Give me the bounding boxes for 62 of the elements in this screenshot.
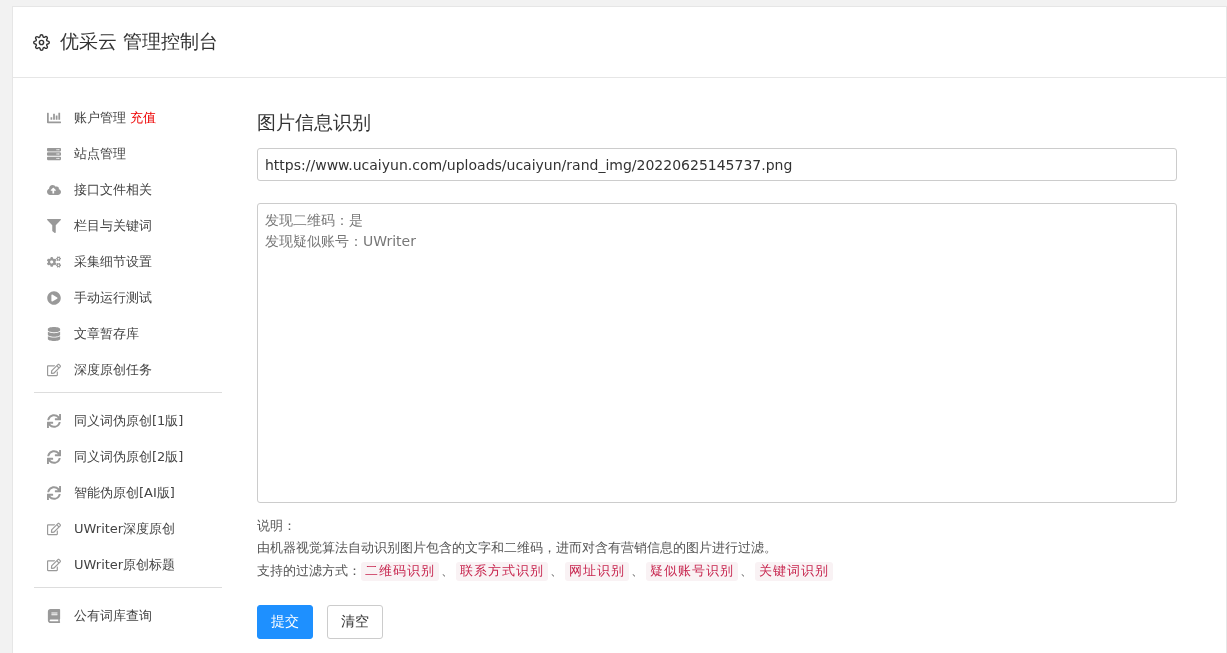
- methods-label: 支持的过滤方式：: [257, 562, 361, 580]
- filter-tag: 联系方式识别: [456, 561, 548, 581]
- sidebar-item[interactable]: 公有词库查询: [34, 598, 222, 634]
- sidebar-item[interactable]: UWriter原创标题: [34, 547, 222, 583]
- sidebar-label: 手动运行测试: [74, 289, 152, 307]
- server-icon: [45, 147, 62, 161]
- url-field[interactable]: https://www.ucaiyun.com/uploads/ucaiyun/rand_img/20220625145737.png: [257, 148, 1177, 181]
- sidebar-label: 同义词伪原创[1版]: [74, 412, 184, 430]
- notes-heading: 说明：: [257, 517, 297, 535]
- sidebar-label: 智能伪原创[AI版]: [74, 484, 175, 502]
- page-heading: 图片信息识别: [257, 110, 372, 135]
- sidebar-label: 栏目与关键词: [74, 217, 152, 235]
- sidebar-item[interactable]: 账户管理 充值: [34, 100, 222, 136]
- bar-chart-icon: [45, 111, 62, 125]
- sidebar-label: 接口文件相关: [74, 181, 152, 199]
- sidebar-label: 采集细节设置: [74, 253, 152, 271]
- sidebar-item[interactable]: 同义词伪原创[2版]: [34, 439, 222, 475]
- sidebar-label: 账户管理 充值: [74, 109, 157, 127]
- filter-icon: [45, 219, 62, 233]
- clear-button[interactable]: 清空: [327, 605, 383, 639]
- sidebar-label: 深度原创任务: [74, 361, 152, 379]
- sidebar-label: 公有词库查询: [74, 607, 152, 625]
- cloud-upload-icon: [45, 183, 62, 197]
- refresh-icon: [45, 486, 62, 500]
- filter-tag: 网址识别: [565, 561, 629, 581]
- result-line: 发现二维码：是: [265, 211, 364, 230]
- play-icon: [45, 291, 62, 305]
- database-icon: [45, 327, 62, 341]
- separator: 、: [549, 562, 564, 580]
- edit-icon: [45, 522, 62, 536]
- separator: 、: [630, 562, 645, 580]
- console-title: 优采云 管理控制台: [60, 29, 219, 54]
- separator: 、: [440, 562, 455, 580]
- sidebar-item[interactable]: 同义词伪原创[1版]: [34, 403, 222, 439]
- sidebar-label: 站点管理: [74, 145, 126, 163]
- notes-description: 由机器视觉算法自动识别图片包含的文字和二维码，进而对含有营销信息的图片进行过滤。: [257, 539, 778, 557]
- gears-icon: [45, 255, 62, 269]
- sidebar-label: 同义词伪原创[2版]: [74, 448, 184, 466]
- sidebar-item[interactable]: 深度原创任务: [34, 352, 222, 388]
- filter-tag: 关键词识别: [755, 561, 833, 581]
- sidebar-item[interactable]: 手动运行测试: [34, 280, 222, 316]
- filter-tag: 二维码识别: [361, 561, 439, 581]
- settings-icon: [33, 33, 50, 51]
- sidebar-item[interactable]: 智能伪原创[AI版]: [34, 475, 222, 511]
- sidebar-label: 文章暂存库: [74, 325, 139, 343]
- filter-tag: 疑似账号识别: [646, 561, 738, 581]
- sidebar-label: UWriter原创标题: [74, 556, 176, 574]
- book-icon: [45, 609, 62, 623]
- refresh-icon: [45, 450, 62, 464]
- result-box[interactable]: 发现二维码：是 发现疑似账号：UWriter: [257, 203, 1177, 503]
- sidebar-item[interactable]: 接口文件相关: [34, 172, 222, 208]
- sidebar-item[interactable]: 栏目与关键词: [34, 208, 222, 244]
- sidebar-item[interactable]: 站点管理: [34, 136, 222, 172]
- result-line: 发现疑似账号：UWriter: [265, 232, 417, 251]
- edit-icon: [45, 558, 62, 572]
- sidebar-item[interactable]: 采集细节设置: [34, 244, 222, 280]
- sidebar-label: UWriter深度原创: [74, 520, 176, 538]
- sidebar-item[interactable]: 文章暂存库: [34, 316, 222, 352]
- edit-icon: [45, 363, 62, 377]
- separator: 、: [739, 562, 754, 580]
- refresh-icon: [45, 414, 62, 428]
- sidebar-item[interactable]: UWriter深度原创: [34, 511, 222, 547]
